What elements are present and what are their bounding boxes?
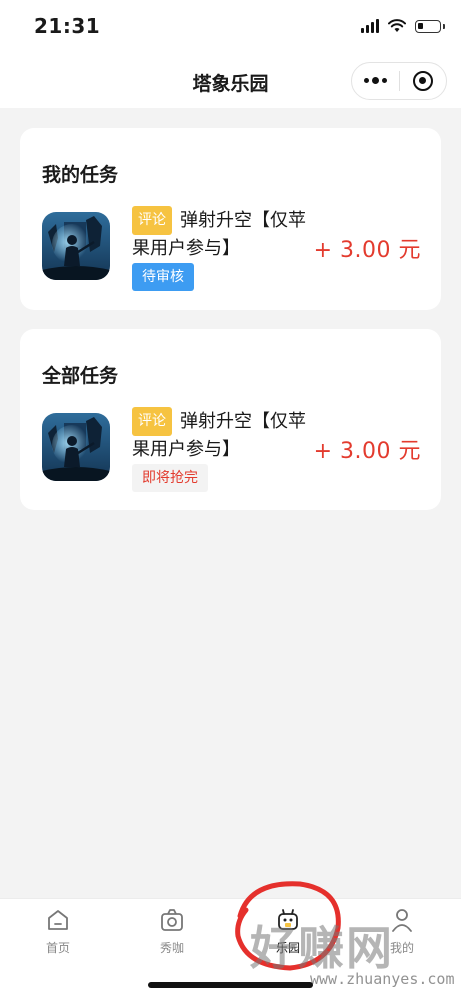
battery-icon [415, 19, 445, 33]
task-reward: + 3.00 元 [313, 439, 421, 464]
close-icon [412, 71, 433, 91]
my-tasks-card: 我的任务 评论 弹射升空【仅苹果用户参与】 待审核 + 3.00 元 [20, 128, 441, 310]
profile-icon [392, 909, 412, 932]
tab-park[interactable]: 乐园 [258, 907, 318, 956]
task-type-tag: 评论 [132, 206, 172, 235]
app-icon[interactable] [42, 413, 110, 481]
tab-label: 我的 [389, 941, 414, 955]
status-bar: 21:31 [0, 0, 461, 56]
task-reward: + 3.00 元 [313, 238, 421, 263]
signal-icon [361, 19, 379, 33]
status-badge-pending: 待审核 [132, 263, 194, 291]
tab-xiuka[interactable]: 秀咖 [142, 907, 202, 956]
tab-label: 乐园 [275, 941, 300, 955]
task-type-tag: 评论 [132, 407, 172, 436]
all-tasks-title: 全部任务 [42, 365, 119, 387]
nav-bar: 塔象乐园 [0, 56, 461, 108]
tab-label: 秀咖 [159, 941, 184, 955]
status-badge-almost-gone: 即将抢完 [132, 464, 208, 492]
more-icon[interactable] [352, 77, 399, 84]
tab-home[interactable]: 首页 [28, 907, 88, 956]
tab-label: 首页 [45, 941, 70, 955]
all-tasks-card: 全部任务 评论 弹射升空【仅苹果用户参与】 即将抢完 + 3.00 元 [20, 329, 441, 510]
miniprogram-capsule [351, 62, 447, 100]
camera-icon [161, 909, 183, 931]
robot-icon [278, 909, 298, 930]
app-icon[interactable] [42, 212, 110, 280]
wifi-icon [388, 19, 406, 32]
home-indicator [148, 982, 313, 988]
app-page: 21:31 塔象乐园 我的任务 评论 弹射升空【仅苹果用户参与】 待审核 + 3… [0, 0, 461, 1000]
tab-mine[interactable]: 我的 [372, 907, 432, 956]
status-time: 21:31 [34, 14, 101, 38]
home-icon [48, 910, 68, 930]
close-button[interactable] [400, 71, 447, 91]
task-title[interactable]: 评论 弹射升空【仅苹果用户参与】 [132, 407, 322, 463]
task-title[interactable]: 评论 弹射升空【仅苹果用户参与】 [132, 206, 322, 262]
status-icons [361, 19, 445, 33]
my-tasks-title: 我的任务 [42, 164, 119, 186]
